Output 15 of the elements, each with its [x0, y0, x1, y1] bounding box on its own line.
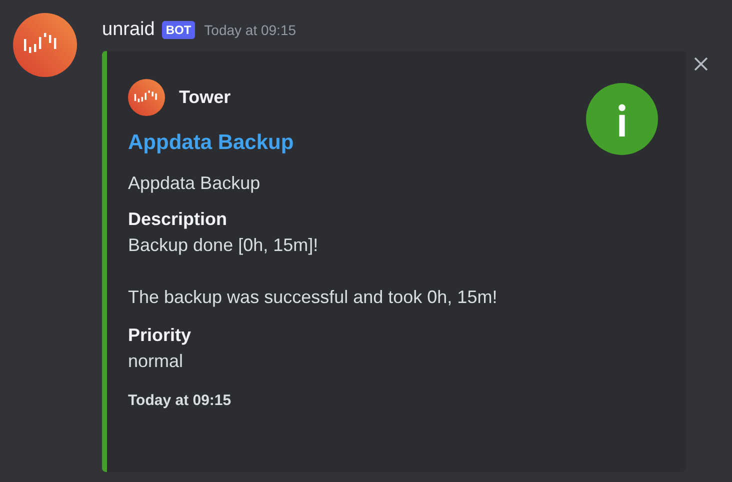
embed-title[interactable]: Appdata Backup — [128, 131, 586, 155]
bot-badge: BOT — [162, 21, 196, 39]
embed-author: Tower — [179, 87, 231, 108]
author-avatar-icon — [128, 79, 165, 116]
close-icon[interactable] — [693, 56, 709, 72]
field-value: Backup done [0h, 15m]! The backup was successful and took 0h, 15m! — [128, 234, 498, 309]
embed-description: Appdata Backup — [128, 173, 262, 194]
field-value: normal — [128, 350, 184, 373]
embed-footer: Today at 09:15 — [128, 392, 586, 409]
field-name: Priority — [128, 325, 192, 346]
author-name[interactable]: unraid — [102, 19, 155, 41]
timestamp: Today at 09:15 — [204, 22, 296, 38]
info-icon — [586, 83, 658, 155]
avatar-icon[interactable] — [13, 13, 77, 77]
field-name: Description — [128, 209, 228, 230]
